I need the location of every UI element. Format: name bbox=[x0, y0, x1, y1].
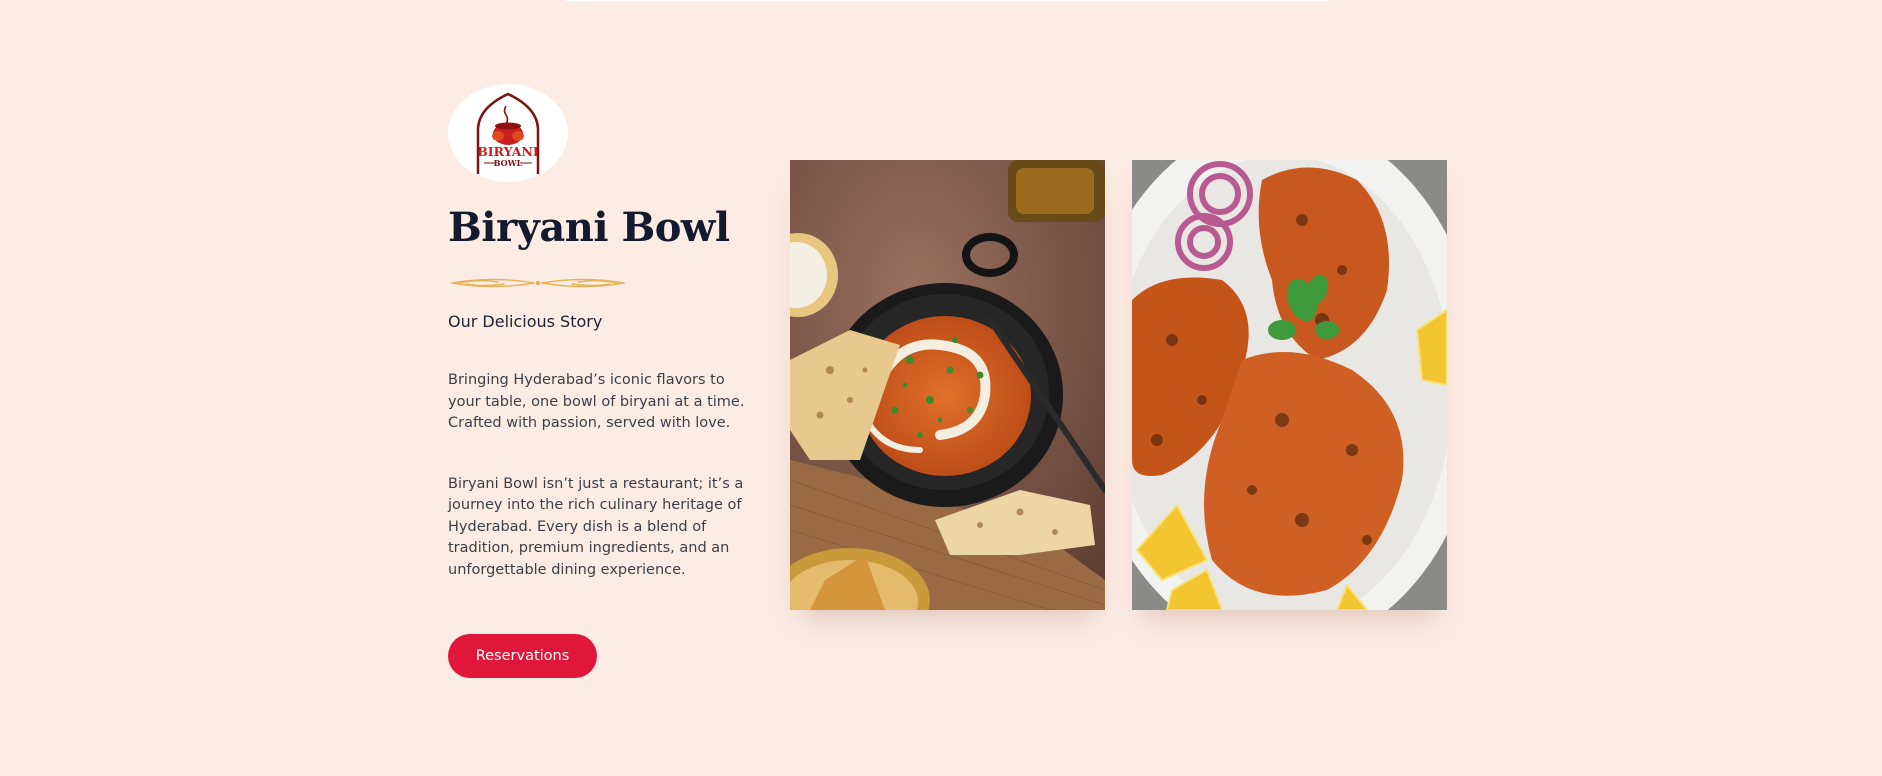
butter-chicken-photo bbox=[790, 160, 1105, 610]
svg-text:BOWL: BOWL bbox=[494, 158, 523, 168]
page-title: Biryani Bowl bbox=[448, 204, 730, 251]
story-paragraph-detail: Biryani Bowl isn’t just a restaurant; it… bbox=[448, 475, 744, 578]
tandoori-chicken-photo bbox=[1132, 160, 1447, 610]
story-section: BIRYANI BOWL Biryani Bowl Our Delicious … bbox=[448, 84, 758, 678]
biryani-bowl-logo-icon: BIRYANI BOWL bbox=[476, 92, 540, 174]
top-divider-line bbox=[566, 0, 1328, 1]
story-paragraph-intro: Bringing Hyderabad’s iconic flavors to y… bbox=[448, 372, 745, 431]
section-subtitle: Our Delicious Story bbox=[448, 312, 603, 331]
brand-logo[interactable]: BIRYANI BOWL bbox=[448, 84, 568, 182]
reservations-button[interactable]: Reservations bbox=[448, 634, 597, 678]
tandoori-chicken-image bbox=[1132, 160, 1447, 610]
svg-text:BIRYANI: BIRYANI bbox=[477, 144, 539, 159]
wheat-divider-icon bbox=[451, 278, 625, 288]
curry-dish-image bbox=[790, 160, 1105, 610]
